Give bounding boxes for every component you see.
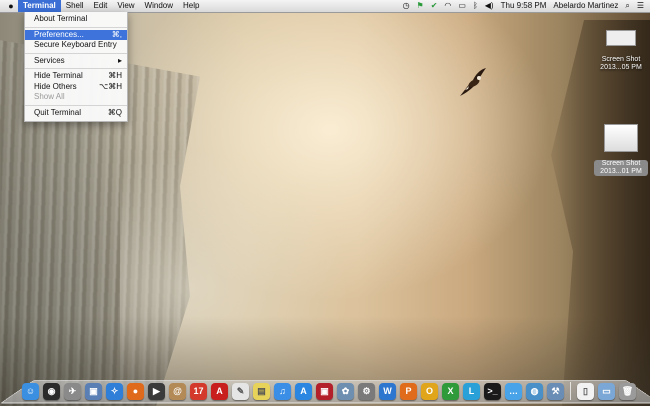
file-thumbnail (606, 30, 636, 46)
safari-icon[interactable]: ✧ (106, 382, 123, 400)
menu-item-about[interactable]: About Terminal (25, 14, 127, 25)
apple-logo-icon[interactable]: ● (4, 1, 18, 11)
excel-icon[interactable]: X (442, 382, 459, 400)
menu-shell[interactable]: Shell (61, 0, 89, 12)
powerpoint-icon[interactable]: P (400, 382, 417, 400)
clock[interactable]: Thu 9:58 PM (501, 0, 547, 12)
lync-icon[interactable]: L (463, 382, 480, 400)
app-store-icon[interactable]: A (295, 382, 312, 400)
textedit-icon[interactable]: ✎ (232, 382, 249, 400)
list-icon[interactable]: ☰ (637, 0, 644, 12)
menu-edit[interactable]: Edit (89, 0, 113, 12)
dashboard-icon[interactable]: ◉ (43, 382, 60, 400)
check-icon[interactable]: ✔ (431, 0, 438, 12)
finder-icon[interactable]: ☺ (22, 382, 39, 400)
menu-separator (25, 52, 127, 54)
network-icon[interactable]: ◍ (526, 382, 543, 400)
menu-help[interactable]: Help (178, 0, 204, 12)
dock-separator (570, 382, 571, 400)
dock-icons: ☺ ◉ ✈ ▣ ✧ ● ▶ @17 A ✎ ▤ ♫ A ▣ ✿ ⚙ W P O X L >_… ◍ ⚒ ▯ ▭ 🗑 (22, 380, 636, 402)
volume-icon[interactable]: ◀) (485, 0, 494, 12)
messages-icon[interactable]: … (505, 382, 522, 400)
iphoto-icon[interactable]: ✿ (337, 382, 354, 400)
itunes-icon[interactable]: ♫ (274, 382, 291, 400)
eagle-image (460, 68, 486, 96)
desktop-file-screenshot-2[interactable]: Screen Shot 2013...01 PM (594, 124, 648, 176)
menu-item-hide-terminal[interactable]: Hide Terminal ⌘H (25, 71, 127, 82)
flag-icon[interactable]: ⚑ (417, 0, 424, 12)
document-icon[interactable]: ▯ (577, 382, 594, 400)
trash-icon[interactable]: 🗑 (619, 382, 636, 400)
launchpad-icon[interactable]: ✈ (64, 382, 81, 400)
submenu-arrow-icon: ▸ (117, 55, 122, 65)
menu-terminal[interactable]: Terminal (18, 0, 61, 12)
menu-separator (25, 104, 127, 106)
file-thumbnail (604, 124, 638, 152)
menu-item-show-all: Show All (34, 92, 65, 101)
folder-icon[interactable]: ▭ (598, 382, 615, 400)
word-icon[interactable]: W (379, 382, 396, 400)
bluetooth-icon[interactable]: ᛒ (473, 0, 478, 12)
menu-separator (25, 68, 127, 69)
calendar-icon[interactable]: 17 (190, 382, 207, 400)
acrobat-icon[interactable]: A (211, 382, 228, 400)
menu-item-services[interactable]: Services ▸ (25, 56, 127, 67)
user-name[interactable]: Abelardo Martinez (553, 0, 618, 12)
wifi-icon[interactable]: ◠ (444, 0, 451, 12)
clock-icon[interactable]: ◷ (403, 0, 410, 12)
terminal-icon[interactable]: >_ (484, 382, 501, 400)
menu-separator (25, 26, 127, 28)
stickies-icon[interactable]: ▤ (253, 382, 270, 400)
contacts-icon[interactable]: @ (169, 382, 186, 400)
system-preferences-icon[interactable]: ⚙ (358, 382, 375, 400)
file-label: Screen Shot 2013...05 PM (600, 56, 642, 71)
desktop-file-screenshot-1[interactable]: Screen Shot 2013...05 PM (596, 30, 646, 72)
file-label: Screen Shot 2013...01 PM (594, 160, 648, 176)
spotlight-icon[interactable]: ⌕ (625, 0, 629, 12)
facetime-icon[interactable]: ▶ (148, 382, 165, 400)
terminal-menu: About Terminal Preferences... ⌘, Secure … (24, 12, 128, 122)
photo-booth-icon[interactable]: ▣ (316, 382, 333, 400)
photo-preview-icon[interactable]: ▣ (85, 382, 102, 400)
battery-icon[interactable]: ▭ (458, 0, 466, 12)
menu-window[interactable]: Window (140, 0, 178, 12)
status-area: ◷ ⚑ ✔ ◠ ▭ ᛒ ◀) Thu 9:58 PM Abelardo Mart… (403, 0, 644, 12)
menu-view[interactable]: View (112, 0, 139, 12)
outlook-icon[interactable]: O (421, 382, 438, 400)
menu-item-secure-keyboard[interactable]: Secure Keyboard Entry (25, 40, 127, 51)
xcode-icon[interactable]: ⚒ (547, 382, 564, 400)
menu-item-preferences[interactable]: Preferences... ⌘, (25, 29, 127, 40)
menu-item-hide-others[interactable]: Hide Others ⌥⌘H (25, 82, 127, 93)
firefox-icon[interactable]: ● (127, 382, 144, 400)
menu-item-quit[interactable]: Quit Terminal ⌘Q (25, 108, 127, 119)
